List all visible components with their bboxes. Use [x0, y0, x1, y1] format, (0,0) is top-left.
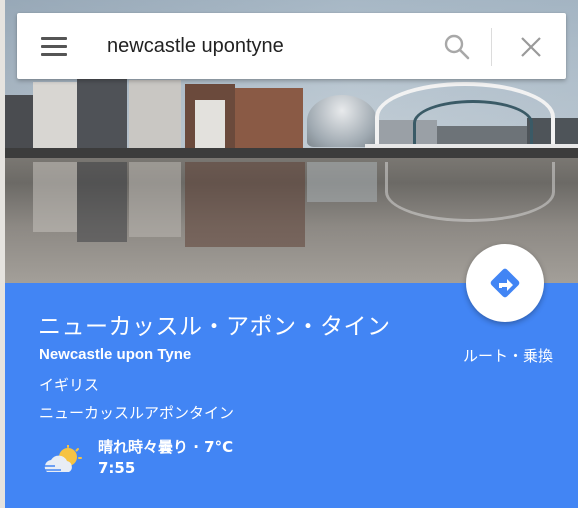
local-time: 7:55 — [98, 459, 136, 477]
hamburger-menu-icon[interactable] — [41, 35, 71, 57]
place-country: イギリス — [39, 376, 100, 394]
weather-summary: 晴れ時々曇り · 7°C — [98, 438, 234, 456]
search-input[interactable] — [107, 31, 407, 61]
directions-label[interactable]: ルート・乗換 — [457, 345, 559, 366]
search-divider — [491, 28, 492, 66]
search-bar — [17, 13, 566, 79]
place-alt-name: ニューカッスルアポンタイン — [39, 404, 235, 422]
partly-cloudy-icon — [41, 444, 85, 477]
place-title: ニューカッスル・アポン・タイン — [38, 313, 391, 339]
directions-arrow-icon — [490, 268, 520, 298]
place-panel: ニューカッスル・アポン・タイン Newcastle upon Tyne イギリス… — [5, 0, 578, 508]
close-icon[interactable] — [517, 33, 545, 61]
directions-button[interactable] — [466, 244, 544, 322]
place-subtitle: Newcastle upon Tyne — [39, 346, 192, 363]
magnifier-icon[interactable] — [443, 33, 471, 61]
